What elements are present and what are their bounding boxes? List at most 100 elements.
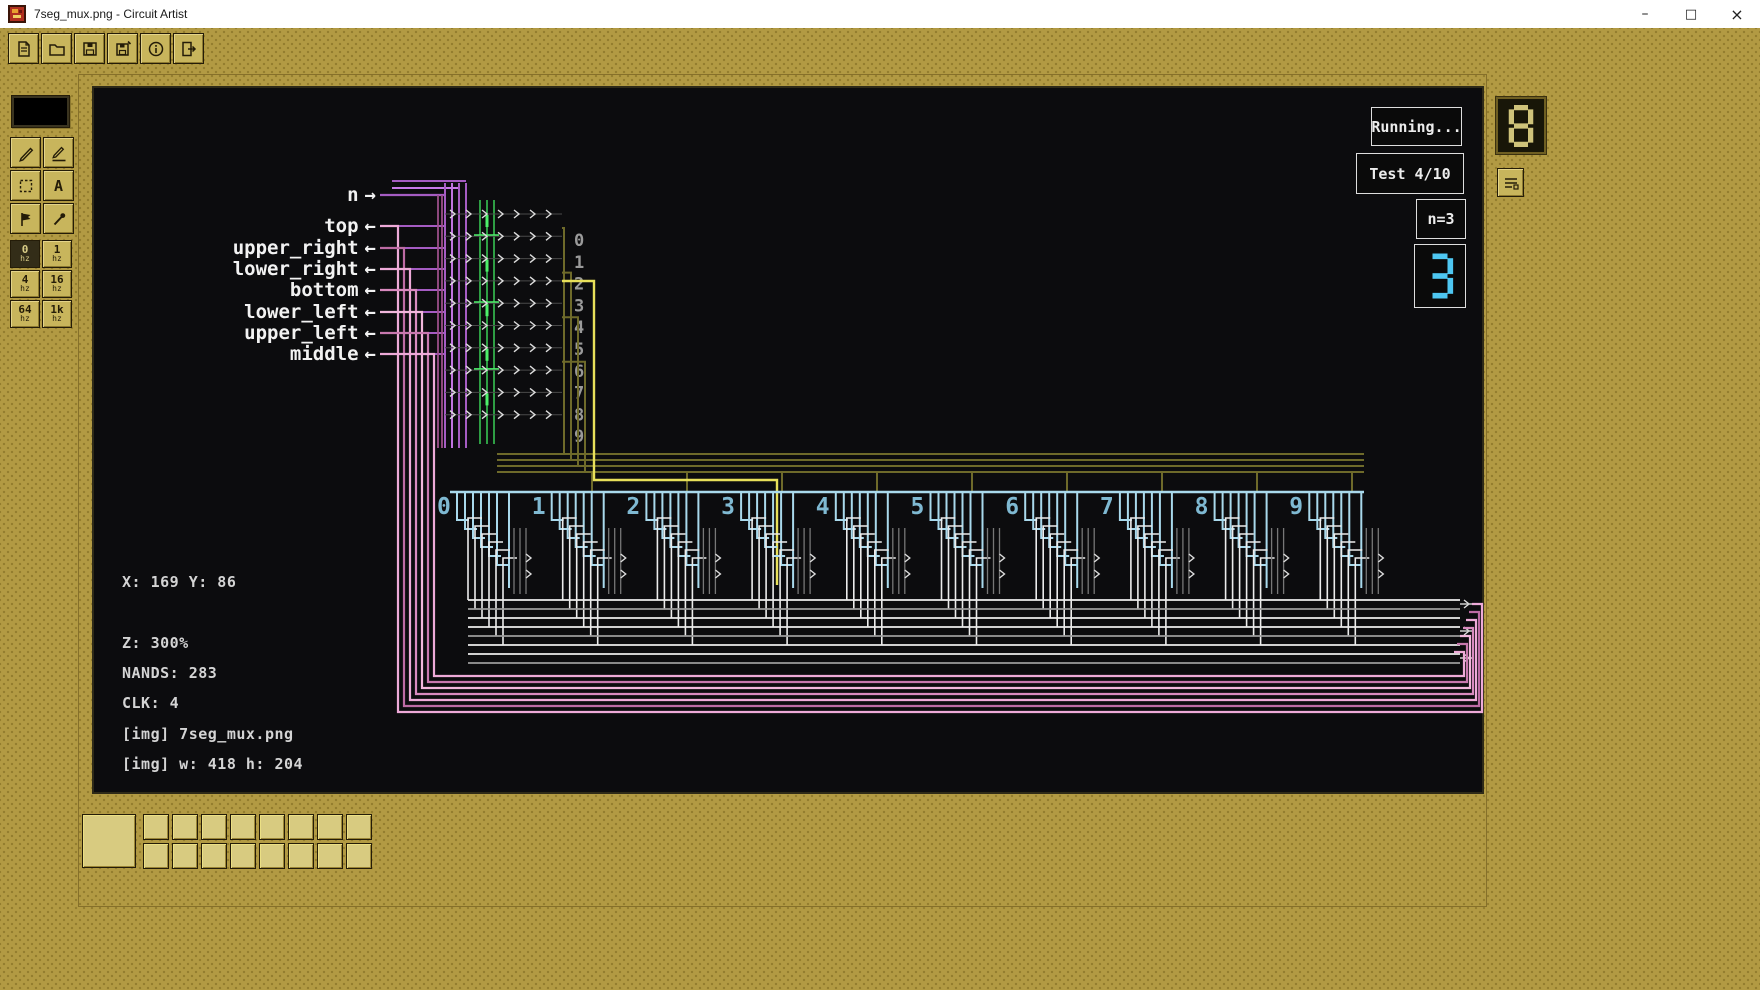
arrow-right-icon: → — [365, 184, 376, 206]
wire-label-n: n→ — [347, 184, 376, 206]
arrow-left-icon: ← — [365, 215, 376, 237]
svg-text:2: 2 — [626, 494, 640, 520]
svg-text:9: 9 — [1289, 494, 1303, 520]
status-zoom: Z: 300% — [122, 634, 189, 652]
svg-text:8: 8 — [574, 405, 584, 425]
open-button[interactable] — [41, 33, 72, 64]
arrow-left-icon: ← — [365, 279, 376, 301]
window-title: 7seg_mux.png - Circuit Artist — [34, 7, 187, 21]
text-tool-icon: A — [54, 177, 63, 195]
status-img-name: [img] 7seg_mux.png — [122, 725, 294, 743]
clock-4hz-button[interactable]: 4hz — [10, 270, 40, 298]
palette-swatch[interactable] — [259, 843, 285, 869]
svg-text:2: 2 — [574, 275, 584, 295]
open-folder-icon — [48, 40, 66, 58]
arrow-left-icon: ← — [365, 301, 376, 323]
svg-text:9: 9 — [574, 427, 584, 447]
palette-swatch[interactable] — [143, 843, 169, 869]
palette-primary-swatch[interactable] — [82, 814, 136, 868]
save-as-button[interactable] — [107, 33, 138, 64]
wire-label-lower-right: lower_right← — [233, 258, 376, 280]
text-tool-button[interactable]: A — [43, 170, 74, 201]
svg-text:0: 0 — [574, 231, 584, 251]
clock-1hz-button[interactable]: 1hz — [42, 240, 72, 268]
wire-label-upper-right: upper_right← — [233, 237, 376, 259]
palette-swatch[interactable] — [288, 843, 314, 869]
svg-text:4: 4 — [816, 494, 830, 520]
n-value-badge: n=3 — [1416, 199, 1466, 239]
palette-swatch[interactable] — [230, 814, 256, 840]
circuit-drawing[interactable]: 01234567890123456789 — [94, 88, 1486, 796]
svg-text:0: 0 — [437, 494, 451, 520]
svg-text:1: 1 — [532, 494, 546, 520]
svg-text:5: 5 — [911, 494, 925, 520]
svg-text:5: 5 — [574, 340, 584, 360]
picker-tool-button[interactable] — [43, 203, 74, 234]
seven-segment-8-icon — [1507, 102, 1535, 150]
minimize-button[interactable]: – — [1622, 0, 1668, 28]
wire-label-top: top← — [324, 215, 376, 237]
maximize-button[interactable]: □ — [1668, 0, 1714, 28]
new-button[interactable] — [8, 33, 39, 64]
palette-swatch[interactable] — [259, 814, 285, 840]
palette-swatch[interactable] — [201, 814, 227, 840]
save-floppy-icon — [81, 40, 99, 58]
svg-text:7: 7 — [574, 384, 584, 404]
save-button[interactable] — [74, 33, 105, 64]
clock-64hz-button[interactable]: 64hz — [10, 300, 40, 328]
svg-text:1: 1 — [574, 253, 584, 273]
palette-swatch[interactable] — [317, 814, 343, 840]
line-tool-button[interactable] — [43, 137, 74, 168]
arrow-left-icon: ← — [365, 258, 376, 280]
palette-swatch[interactable] — [346, 814, 372, 840]
select-tool-button[interactable] — [10, 170, 41, 201]
palette-swatch[interactable] — [288, 814, 314, 840]
seven-segment-display-button[interactable] — [1496, 97, 1546, 154]
status-cursor-xy: X: 169 Y: 86 — [122, 573, 236, 591]
wire-label-bottom: bottom← — [290, 279, 376, 301]
wire-label-lower-left: lower_left← — [244, 301, 376, 323]
exit-button[interactable] — [173, 33, 204, 64]
close-button[interactable]: × — [1714, 0, 1760, 28]
svg-text:3: 3 — [574, 296, 584, 316]
circuit-canvas[interactable]: 01234567890123456789 n→ top← upper_right… — [92, 86, 1484, 794]
wire-label-upper-left: upper_left← — [244, 322, 376, 344]
flag-fill-icon — [17, 210, 35, 228]
marquee-select-icon — [17, 177, 35, 195]
line-pencil-icon — [50, 144, 68, 162]
fill-tool-button[interactable] — [10, 203, 41, 234]
tools-panel: A — [10, 137, 74, 234]
status-nands: NANDS: 283 — [122, 664, 217, 682]
status-img-size: [img] w: 418 h: 204 — [122, 755, 303, 773]
signal-list-icon — [1502, 174, 1520, 192]
palette-swatch[interactable] — [172, 843, 198, 869]
running-indicator: Running... — [1371, 107, 1462, 146]
seven-segment-preview — [1414, 244, 1466, 308]
current-color-swatch[interactable] — [11, 95, 70, 128]
svg-text:6: 6 — [1005, 494, 1019, 520]
svg-text:7: 7 — [1100, 494, 1114, 520]
circuit-artist-window: { "titlebar": { "title": "7seg_mux.png -… — [0, 0, 1760, 990]
arrow-left-icon: ← — [365, 322, 376, 344]
svg-text:8: 8 — [1195, 494, 1209, 520]
pencil-tool-button[interactable] — [10, 137, 41, 168]
save-as-floppy-icon — [114, 40, 132, 58]
palette-grid — [143, 814, 372, 869]
clock-0hz-button[interactable]: 0hz — [10, 240, 40, 268]
signal-list-button[interactable] — [1497, 168, 1524, 197]
info-icon — [147, 40, 165, 58]
info-button[interactable] — [140, 33, 171, 64]
test-counter: Test 4/10 — [1356, 153, 1464, 194]
main-toolbar — [8, 33, 204, 64]
exit-icon — [180, 40, 198, 58]
palette-swatch[interactable] — [230, 843, 256, 869]
clock-16hz-button[interactable]: 16hz — [42, 270, 72, 298]
palette-swatch[interactable] — [346, 843, 372, 869]
arrow-left-icon: ← — [365, 343, 376, 365]
palette-swatch[interactable] — [143, 814, 169, 840]
arrow-left-icon: ← — [365, 237, 376, 259]
palette-swatch[interactable] — [201, 843, 227, 869]
clock-1khz-button[interactable]: 1khz — [42, 300, 72, 328]
palette-swatch[interactable] — [172, 814, 198, 840]
palette-swatch[interactable] — [317, 843, 343, 869]
